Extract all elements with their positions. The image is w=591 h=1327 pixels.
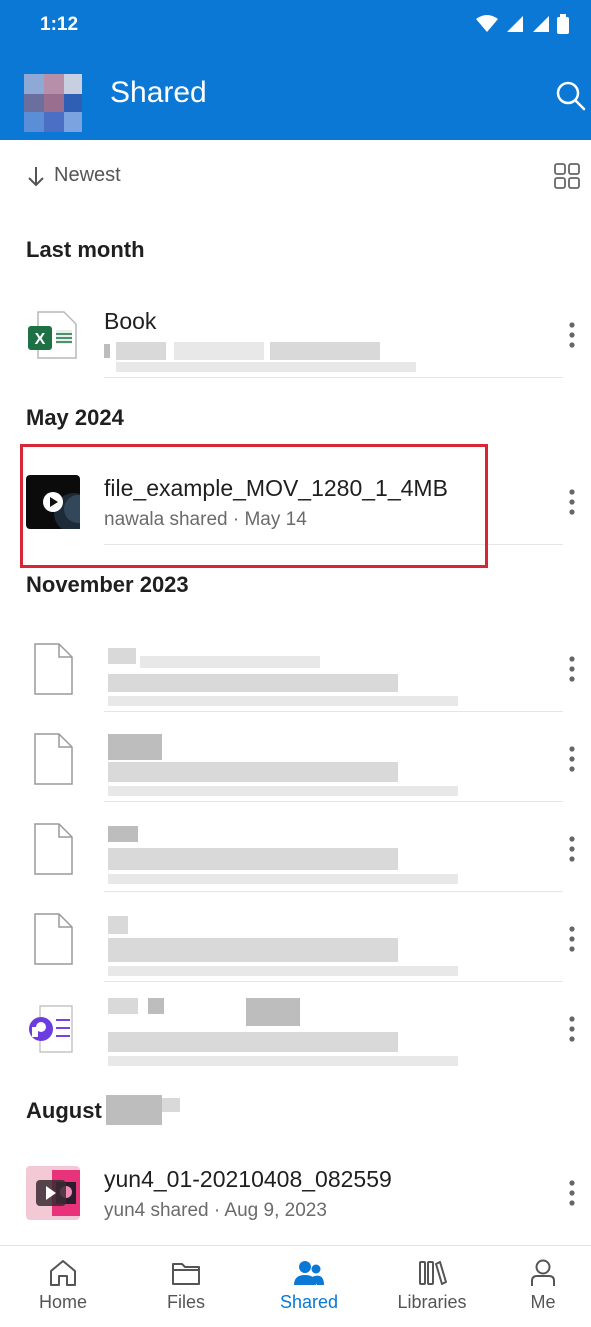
video-thumbnail-pink — [26, 1166, 80, 1220]
status-time: 1:12 — [40, 14, 79, 35]
divider — [104, 377, 563, 378]
cell-signal-icon-2 — [533, 16, 549, 32]
people-icon — [294, 1261, 324, 1285]
section-label: August — [26, 1098, 102, 1123]
loop-icon — [29, 1005, 73, 1053]
cell-signal-icon — [507, 16, 523, 32]
selection-highlight — [20, 444, 488, 568]
file-row-redacted-1[interactable] — [0, 624, 591, 712]
arrow-down-icon — [28, 166, 44, 186]
home-icon — [50, 1260, 76, 1286]
nav-libraries-label: Libraries — [397, 1292, 467, 1312]
nav-files[interactable]: Files — [131, 1258, 241, 1313]
folder-icon — [172, 1263, 200, 1285]
search-icon[interactable] — [555, 80, 587, 112]
file-name: yun4_01-20210408_082559 — [104, 1166, 392, 1192]
file-row-redacted-2[interactable] — [0, 714, 591, 802]
status-icons — [475, 14, 569, 34]
document-icon — [34, 823, 73, 875]
more-options-icon[interactable] — [565, 834, 579, 864]
more-options-icon[interactable] — [565, 487, 579, 517]
app-bar: Shared — [0, 50, 591, 140]
section-header-may-2024: May 2024 — [26, 405, 124, 430]
nav-me[interactable]: Me — [500, 1258, 586, 1313]
redacted-year-fragment — [162, 1098, 180, 1112]
file-name: Book — [104, 308, 157, 334]
more-options-icon[interactable] — [565, 744, 579, 774]
file-meta: yun4 shared · Aug 9, 2023 — [104, 1200, 327, 1221]
page-title: Shared — [110, 76, 207, 109]
more-options-icon[interactable] — [565, 1178, 579, 1208]
divider — [104, 711, 563, 712]
file-row-redacted-4[interactable] — [0, 894, 591, 982]
avatar[interactable] — [24, 74, 82, 132]
document-icon — [34, 733, 73, 785]
svg-text:X: X — [35, 331, 46, 348]
redacted-year — [106, 1095, 162, 1125]
bottom-navigation: Home Files Shared Libraries Me — [0, 1245, 591, 1327]
section-header-last-month: Last month — [26, 237, 145, 262]
nav-home-label: Home — [38, 1292, 87, 1312]
more-options-icon[interactable] — [565, 924, 579, 954]
divider — [104, 891, 563, 892]
sort-bar: Newest — [0, 140, 591, 212]
sort-button[interactable]: Newest — [26, 164, 121, 187]
document-icon — [34, 913, 73, 965]
section-header-august: August — [26, 1098, 102, 1124]
section-header-november-2023: November 2023 — [26, 572, 189, 597]
file-row-yun4[interactable]: yun4_01-20210408_082559 yun4 shared · Au… — [0, 1148, 591, 1236]
libraries-icon — [419, 1261, 447, 1285]
file-row-redacted-3[interactable] — [0, 804, 591, 892]
sort-label: Newest — [54, 164, 121, 186]
excel-icon: X — [28, 311, 77, 359]
person-icon — [531, 1259, 555, 1286]
nav-shared[interactable]: Shared — [254, 1258, 364, 1313]
grid-view-icon[interactable] — [553, 162, 581, 190]
file-row-redacted-5[interactable] — [0, 984, 591, 1072]
nav-libraries[interactable]: Libraries — [377, 1258, 487, 1313]
battery-icon — [557, 14, 569, 34]
nav-shared-label: Shared — [279, 1292, 339, 1312]
file-row-book[interactable]: X Book — [0, 290, 591, 378]
divider — [104, 981, 563, 982]
more-options-icon[interactable] — [565, 654, 579, 684]
nav-files-label: Files — [166, 1292, 205, 1312]
status-bar: 1:12 — [0, 0, 591, 50]
document-icon — [34, 643, 73, 695]
more-options-icon[interactable] — [565, 320, 579, 350]
nav-me-label: Me — [530, 1292, 556, 1312]
divider — [104, 801, 563, 802]
nav-home[interactable]: Home — [8, 1258, 118, 1313]
wifi-icon — [476, 15, 498, 32]
more-options-icon[interactable] — [565, 1014, 579, 1044]
